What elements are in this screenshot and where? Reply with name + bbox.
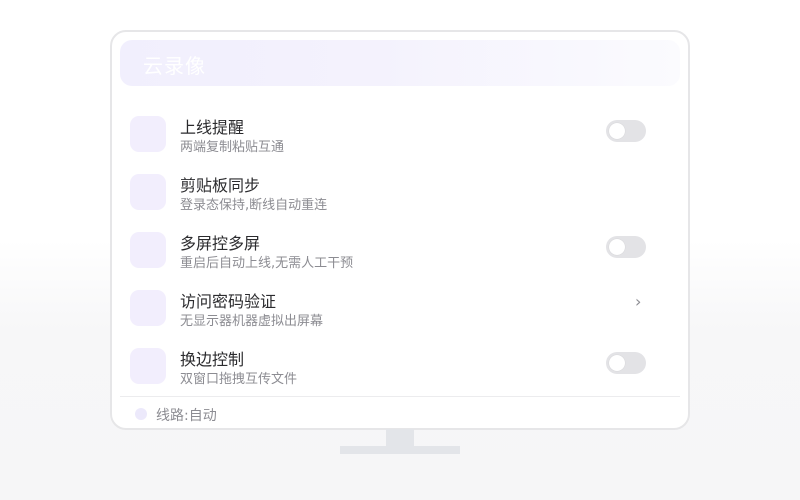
list-item-access-password[interactable]: 访问密码验证 无显示器机器虚拟出屏幕 › bbox=[130, 288, 670, 329]
row-subtitle: 双窗口拖拽互传文件 bbox=[180, 372, 298, 387]
list-item-edge-switch[interactable]: 换边控制 双窗口拖拽互传文件 bbox=[130, 346, 670, 387]
row-subtitle: 登录态保持,断线自动重连 bbox=[180, 198, 328, 213]
edge-switch-toggle[interactable] bbox=[606, 352, 646, 374]
bell-icon bbox=[130, 116, 166, 152]
chevron-right-icon[interactable]: › bbox=[635, 292, 641, 311]
row-subtitle: 无显示器机器虚拟出屏幕 bbox=[180, 314, 324, 329]
online-reminder-toggle[interactable] bbox=[606, 120, 646, 142]
list-item-multi-screen[interactable]: 多屏控多屏 重启后自动上线,无需人工干预 bbox=[130, 230, 670, 271]
route-status[interactable]: 线路:自动 bbox=[156, 405, 217, 425]
page-title: 云录像 bbox=[143, 54, 206, 78]
multi-screen-icon bbox=[130, 232, 166, 268]
monitor-stand-base bbox=[340, 446, 460, 454]
row-title: 换边控制 bbox=[180, 350, 245, 369]
row-subtitle: 两端复制粘贴互通 bbox=[180, 140, 285, 155]
header-bar: 云录像 bbox=[120, 40, 680, 86]
edge-switch-icon bbox=[130, 348, 166, 384]
row-subtitle: 重启后自动上线,无需人工干预 bbox=[180, 256, 354, 271]
toggle-knob bbox=[609, 123, 625, 139]
monitor-frame: 云录像 上线提醒 两端复制粘贴互通 剪贴板同步 登录态保持,断线自动重连 多屏控… bbox=[110, 30, 690, 430]
row-title: 上线提醒 bbox=[180, 118, 245, 137]
multi-screen-toggle[interactable] bbox=[606, 236, 646, 258]
status-dot-icon bbox=[135, 408, 147, 420]
monitor-stand-neck bbox=[386, 429, 414, 447]
toggle-knob bbox=[609, 239, 625, 255]
toggle-knob bbox=[609, 355, 625, 371]
row-title: 剪贴板同步 bbox=[180, 176, 261, 195]
row-title: 访问密码验证 bbox=[180, 292, 277, 311]
row-title: 多屏控多屏 bbox=[180, 234, 261, 253]
list-item-online-reminder[interactable]: 上线提醒 两端复制粘贴互通 bbox=[130, 114, 670, 155]
footer-divider bbox=[120, 396, 680, 397]
clipboard-icon bbox=[130, 174, 166, 210]
list-item-clipboard-sync[interactable]: 剪贴板同步 登录态保持,断线自动重连 bbox=[130, 172, 670, 213]
lock-icon bbox=[130, 290, 166, 326]
